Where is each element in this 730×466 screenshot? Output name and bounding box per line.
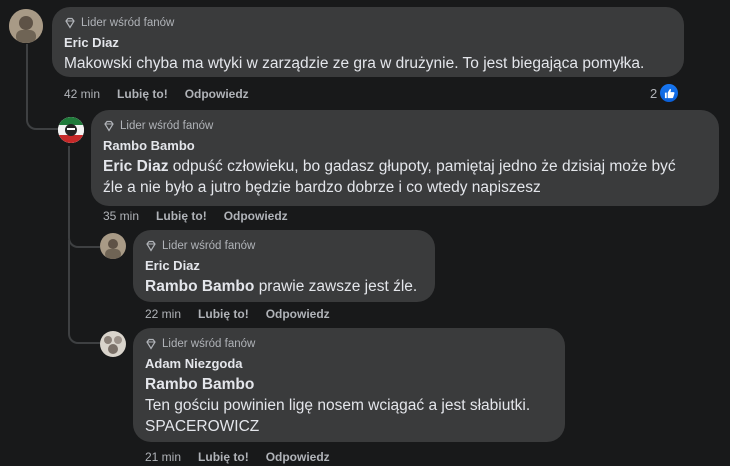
avatar[interactable] <box>9 9 43 43</box>
team-logo-icon <box>58 117 84 143</box>
diamond-icon <box>65 17 75 29</box>
mention-link[interactable]: Rambo Bambo <box>145 278 254 295</box>
comment-time[interactable]: 21 min <box>145 450 181 464</box>
diamond-icon <box>146 240 156 252</box>
comment-author[interactable]: Adam Niezgoda <box>145 356 553 372</box>
reaction-count[interactable]: 2 <box>650 84 679 102</box>
comment-author[interactable]: Eric Diaz <box>64 35 672 51</box>
comment-author[interactable]: Eric Diaz <box>145 258 423 274</box>
comment-time[interactable]: 35 min <box>103 209 139 223</box>
fan-badge: Lider wśród fanów <box>145 238 423 254</box>
comment-text: Rambo Bambo prawie zawsze jest źle. <box>145 276 423 297</box>
comment-actions: 35 min Lubię to! Odpowiedz <box>103 209 288 223</box>
comment-text-line-1: odpuść człowieku, bo gadasz głupoty, pam… <box>172 158 676 175</box>
like-button[interactable]: Lubię to! <box>117 87 168 101</box>
comment-text: Makowski chyba ma wtyki w zarządzie ze g… <box>64 55 645 72</box>
avatar[interactable] <box>100 233 126 259</box>
comment-bubble: Lider wśród fanów Eric Diaz Makowski chy… <box>52 7 684 77</box>
comment-author[interactable]: Rambo Bambo <box>103 138 707 154</box>
diamond-icon <box>104 120 114 132</box>
fan-badge: Lider wśród fanów <box>64 15 672 31</box>
user-photo-icon <box>100 331 126 357</box>
comment-bubble: Lider wśród fanów Eric Diaz Rambo Bambo … <box>133 230 435 302</box>
mention-link[interactable]: Rambo Bambo <box>145 376 254 393</box>
badge-label: Lider wśród fanów <box>162 338 256 350</box>
reply-button[interactable]: Odpowiedz <box>185 87 249 101</box>
comment-text: Eric Diaz odpuść człowieku, bo gadasz gł… <box>103 156 707 198</box>
badge-label: Lider wśród fanów <box>81 17 175 29</box>
reply-button[interactable]: Odpowiedz <box>266 450 330 464</box>
user-photo-icon <box>100 233 126 259</box>
like-button[interactable]: Lubię to! <box>198 450 249 464</box>
comment-time[interactable]: 22 min <box>145 307 181 321</box>
mention-link[interactable]: Eric Diaz <box>103 158 168 175</box>
comment-bubble: Lider wśród fanów Rambo Bambo Eric Diaz … <box>91 110 719 206</box>
comment-text-line-1: Ten gościu powinien ligę nosem wciągać a… <box>145 397 531 414</box>
thread-line-reply-2 <box>68 240 100 344</box>
badge-label: Lider wśród fanów <box>120 120 214 132</box>
like-button[interactable]: Lubię to! <box>198 307 249 321</box>
fan-badge: Lider wśród fanów <box>103 118 707 134</box>
comment-bubble: Lider wśród fanów Adam Niezgoda Rambo Ba… <box>133 328 565 442</box>
reply-button[interactable]: Odpowiedz <box>224 209 288 223</box>
comment-text-body: prawie zawsze jest źle. <box>258 278 418 295</box>
fan-badge: Lider wśród fanów <box>145 336 553 352</box>
comment-text: Rambo Bambo Ten gościu powinien ligę nos… <box>145 374 553 437</box>
comment-time[interactable]: 42 min <box>64 87 100 101</box>
user-photo-icon <box>9 9 43 43</box>
reply-button[interactable]: Odpowiedz <box>266 307 330 321</box>
comment-text-line-2: SPACEROWICZ <box>145 418 260 435</box>
like-reaction-icon <box>660 84 679 102</box>
comment-text-line-2: źle a nie było a jutro będzie bardzo dob… <box>103 179 541 196</box>
avatar[interactable] <box>100 331 126 357</box>
diamond-icon <box>146 338 156 350</box>
comment-actions: 21 min Lubię to! Odpowiedz <box>145 450 330 464</box>
comment-actions: 42 min Lubię to! Odpowiedz <box>64 87 249 101</box>
badge-label: Lider wśród fanów <box>162 240 256 252</box>
like-button[interactable]: Lubię to! <box>156 209 207 223</box>
reaction-number: 2 <box>650 85 658 101</box>
avatar[interactable] <box>58 117 84 143</box>
comment-actions: 22 min Lubię to! Odpowiedz <box>145 307 330 321</box>
